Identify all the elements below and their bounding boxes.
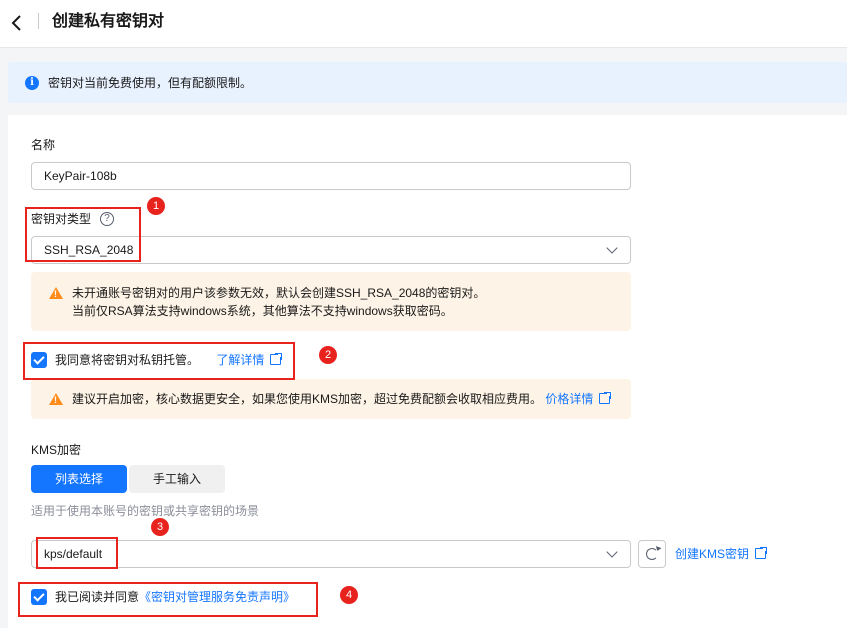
encrypt-warning: ! 建议开启加密，核心数据更安全，如果您使用KMS加密，超过免费配额会收取相应费…	[31, 379, 631, 419]
refresh-icon[interactable]	[638, 540, 666, 568]
warning-icon: !	[49, 393, 63, 405]
page-title: 创建私有密钥对	[52, 13, 165, 30]
warning-icon: !	[49, 287, 63, 299]
price-details-text: 价格详情	[545, 392, 594, 406]
warning-line-1: 未开通账号密钥对的用户该参数无效，默认会创建SSH_RSA_2048的密钥对。	[72, 286, 486, 300]
chevron-down-icon	[606, 546, 618, 558]
encrypt-warning-body: 建议开启加密，核心数据更安全，如果您使用KMS加密，超过免费配额会收取相应费用。	[72, 392, 543, 406]
header-divider	[38, 13, 39, 29]
tab-list-select[interactable]: 列表选择	[31, 465, 127, 493]
annotation-badge-4: 4	[340, 586, 358, 604]
kms-key-select[interactable]: kps/default	[31, 540, 631, 568]
page-header: 创建私有密钥对	[0, 0, 847, 48]
chevron-down-icon	[606, 242, 618, 254]
external-link-icon	[599, 391, 613, 404]
annotation-box-3	[36, 537, 118, 569]
info-text: 密钥对当前免费使用，但有配额限制。	[48, 76, 253, 90]
annotation-badge-1: 1	[147, 197, 165, 215]
kms-label: KMS加密	[31, 443, 82, 457]
create-kms-key-link[interactable]: 创建KMS密钥	[675, 546, 769, 562]
name-label: 名称	[31, 138, 56, 152]
tab-manual-input[interactable]: 手工输入	[129, 465, 225, 493]
annotation-badge-2: 2	[319, 346, 337, 364]
info-banner: i 密钥对当前免费使用，但有配额限制。	[8, 62, 847, 103]
annotation-box-2	[23, 342, 295, 380]
annotation-box-1	[25, 207, 141, 262]
kms-hint: 适用于使用本账号的密钥或共享密钥的场景	[31, 504, 260, 518]
info-icon: i	[25, 76, 39, 90]
encrypt-warning-text: 建议开启加密，核心数据更安全，如果您使用KMS加密，超过免费配额会收取相应费用。…	[72, 390, 613, 408]
name-input[interactable]: KeyPair-108b	[31, 162, 631, 190]
annotation-badge-3: 3	[151, 518, 169, 536]
key-type-warning: ! 未开通账号密钥对的用户该参数无效，默认会创建SSH_RSA_2048的密钥对…	[31, 272, 631, 331]
price-details-link[interactable]: 价格详情	[545, 391, 613, 406]
annotation-box-4	[18, 582, 318, 617]
external-link-icon	[755, 546, 769, 559]
back-arrow-icon[interactable]	[6, 12, 28, 34]
warning-line-2: 当前仅RSA算法支持windows系统，其他算法不支持windows获取密码。	[72, 304, 453, 318]
create-kms-key-text: 创建KMS密钥	[675, 547, 750, 561]
